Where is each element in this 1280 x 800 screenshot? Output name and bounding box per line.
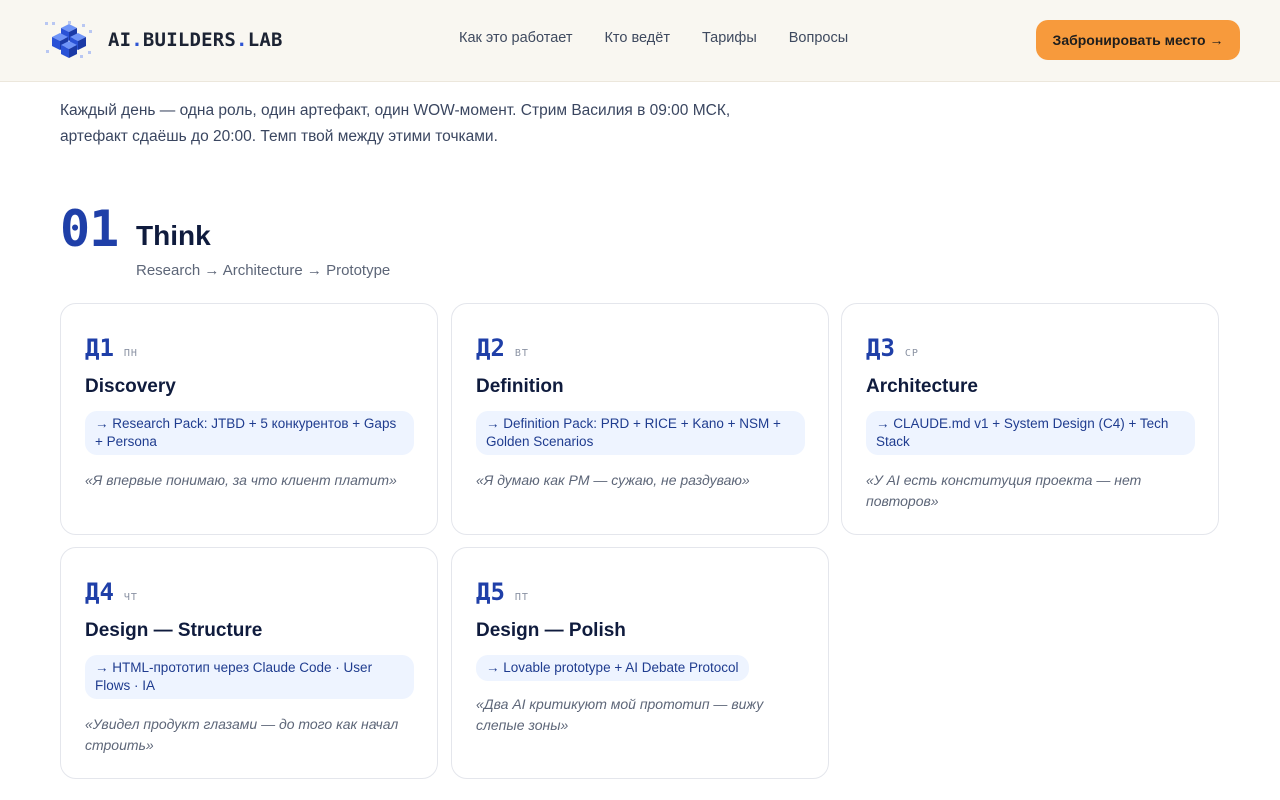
day-quote: «Увидел продукт глазами — до того как на… xyxy=(85,716,399,753)
day-number: Д5 xyxy=(476,578,505,606)
nav-link-faq[interactable]: Вопросы xyxy=(789,30,848,46)
day-weekday: СР xyxy=(904,348,919,359)
nav-link-hosts[interactable]: Кто ведёт xyxy=(604,30,669,46)
day-weekday: ПТ xyxy=(514,592,529,603)
day-number: Д4 xyxy=(85,578,114,606)
day-title: Architecture xyxy=(866,376,978,397)
day-weekday: ВТ xyxy=(514,348,529,359)
day-card: Д1 ПН Discovery → Research Pack: JTBD + … xyxy=(60,303,438,535)
day-label: Д1 ПН xyxy=(85,334,138,362)
section-number: 01 xyxy=(60,200,119,258)
book-seat-button[interactable]: Забронировать место → xyxy=(1036,20,1240,60)
intro-text: Каждый день — одна роль, один артефакт, … xyxy=(60,102,731,145)
day-quote: «Два AI критикуют мой прототип — вижу сл… xyxy=(476,696,764,733)
artifact-chip: → Research Pack: JTBD + 5 конкурентов + … xyxy=(85,411,414,455)
section-title: Think xyxy=(136,220,211,251)
day-card: Д4 ЧТ Design — Structure → HTML-прототип… xyxy=(60,547,438,779)
main-nav: Как это работает Кто ведёт Тарифы Вопрос… xyxy=(459,30,848,46)
day-weekday: ЧТ xyxy=(123,592,138,603)
day-label: Д5 ПТ xyxy=(476,578,529,606)
day-card: Д3 СР Architecture → CLAUDE.md v1 + Syst… xyxy=(841,303,1219,535)
day-label: Д3 СР xyxy=(866,334,919,362)
cubes-logo-icon xyxy=(45,21,92,58)
day-label: Д4 ЧТ xyxy=(85,578,138,606)
logo[interactable]: AI.BUILDERS.LAB xyxy=(44,20,283,60)
artifact-chip: → Definition Pack: PRD + RICE + Kano + N… xyxy=(476,411,805,455)
day-title: Design — Polish xyxy=(476,620,626,641)
day-title: Definition xyxy=(476,376,564,397)
nav-link-pricing[interactable]: Тарифы xyxy=(702,30,757,46)
day-card: Д2 ВТ Definition → Definition Pack: PRD … xyxy=(451,303,829,535)
day-number: Д1 xyxy=(85,334,114,362)
artifact-chip: → HTML-прототип через Claude Code · User… xyxy=(85,655,414,699)
day-quote: «Я думаю как PM — сужаю, не раздуваю» xyxy=(476,472,750,488)
day-quote: «Я впервые понимаю, за что клиент платит… xyxy=(85,472,397,488)
day-number: Д3 xyxy=(866,334,895,362)
day-weekday: ПН xyxy=(123,348,138,359)
artifact-chip: → Lovable prototype + AI Debate Protocol xyxy=(476,655,749,681)
site-header: AI.BUILDERS.LAB Как это работает Кто вед… xyxy=(0,0,1280,82)
day-label: Д2 ВТ xyxy=(476,334,529,362)
day-title: Design — Structure xyxy=(85,620,263,641)
day-card: Д5 ПТ Design — Polish → Lovable prototyp… xyxy=(451,547,829,779)
nav-link-how-it-works[interactable]: Как это работает xyxy=(459,30,572,46)
day-number: Д2 xyxy=(476,334,505,362)
logo-text: AI.BUILDERS.LAB xyxy=(108,29,283,51)
day-title: Discovery xyxy=(85,376,176,397)
section-subtitle: Research → Architecture → Prototype xyxy=(136,262,391,279)
artifact-chip: → CLAUDE.md v1 + System Design (C4) + Te… xyxy=(866,411,1195,455)
day-quote: «У AI есть конституция проекта — нет пов… xyxy=(866,472,1142,509)
